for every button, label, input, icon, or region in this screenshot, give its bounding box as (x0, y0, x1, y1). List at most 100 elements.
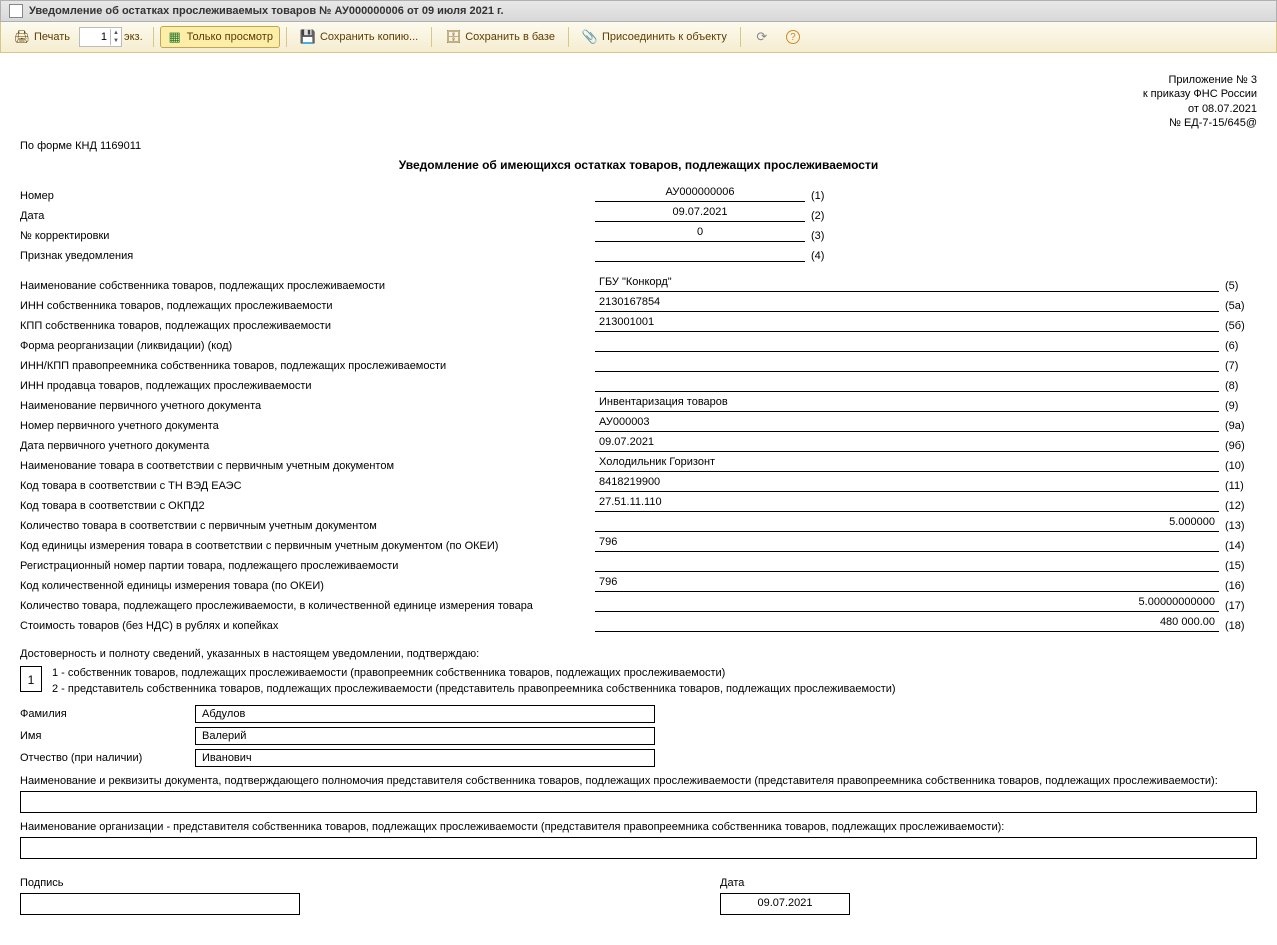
attach-label: Присоединить к объекту (602, 31, 727, 43)
window-title: Уведомление об остатках прослеживаемых т… (29, 5, 504, 17)
copies-spinner[interactable]: ▲ ▼ (79, 27, 122, 47)
field-value[interactable] (595, 336, 1219, 352)
field-value[interactable]: 213001001 (595, 316, 1219, 332)
save-copy-label: Сохранить копию... (320, 31, 418, 43)
field-label: Номер первичного учетного документа (20, 420, 595, 432)
field-label: Количество товара, подлежащего прослежив… (20, 600, 595, 612)
field-label: Дата первичного учетного документа (20, 440, 595, 452)
rep-doc-label: Наименование и реквизиты документа, подт… (20, 775, 1257, 787)
field-row: Наименование собственника товаров, подле… (20, 276, 1257, 292)
field-row: № корректировки0(3) (20, 226, 1257, 242)
field-number: (5) (1219, 280, 1257, 292)
grid-icon: ▦ (167, 29, 183, 45)
sign-date-label: Дата (720, 877, 920, 889)
surname-value[interactable]: Абдулов (195, 705, 655, 723)
form-code: По форме КНД 1169011 (20, 140, 1257, 152)
attach-button[interactable]: 📎 Присоединить к объекту (575, 26, 734, 48)
signature-box[interactable] (20, 893, 300, 915)
field-number: (7) (1219, 360, 1257, 372)
sign-date-value[interactable]: 09.07.2021 (720, 893, 850, 915)
field-number: (18) (1219, 620, 1257, 632)
field-value[interactable]: 27.51.11.110 (595, 496, 1219, 512)
field-row: Количество товара в соответствии с перви… (20, 516, 1257, 532)
field-label: Регистрационный номер партии товара, под… (20, 560, 595, 572)
field-value[interactable] (595, 356, 1219, 372)
field-value[interactable] (595, 376, 1219, 392)
rep-org-value[interactable] (20, 837, 1257, 859)
field-label: ИНН собственника товаров, подлежащих про… (20, 300, 595, 312)
copies-input[interactable] (80, 28, 110, 46)
field-row: Код товара в соответствии с ТН ВЭД ЕАЭС8… (20, 476, 1257, 492)
field-label: Дата (20, 210, 595, 222)
print-button[interactable]: 🖨 Печать (7, 26, 77, 48)
field-row: Форма реорганизации (ликвидации) (код) (6… (20, 336, 1257, 352)
field-value[interactable]: 09.07.2021 (595, 206, 805, 222)
paperclip-icon: 📎 (582, 29, 598, 45)
field-row: Признак уведомления(4) (20, 246, 1257, 262)
field-value[interactable]: 480 000.00 (595, 616, 1219, 632)
field-row: Код единицы измерения товара в соответст… (20, 536, 1257, 552)
field-row: КПП собственника товаров, подлежащих про… (20, 316, 1257, 332)
field-number: (11) (1219, 480, 1257, 492)
annex-line: № ЕД-7-15/645@ (20, 116, 1257, 130)
spinner-up-icon[interactable]: ▲ (111, 29, 121, 37)
spinner-down-icon[interactable]: ▼ (111, 37, 121, 45)
document-icon (9, 4, 23, 18)
field-number: (9а) (1219, 420, 1257, 432)
field-label: Наименование собственника товаров, подле… (20, 280, 595, 292)
save-db-button[interactable]: 🗄 Сохранить в базе (438, 26, 562, 48)
field-label: Наименование первичного учетного докумен… (20, 400, 595, 412)
field-number: (2) (805, 210, 843, 222)
field-label: ИНН продавца товаров, подлежащих прослеж… (20, 380, 595, 392)
field-row: Код количественной единицы измерения тов… (20, 576, 1257, 592)
refresh-button[interactable]: ⟳ (747, 26, 777, 48)
save-icon: 💾 (300, 29, 316, 45)
field-value[interactable]: 2130167854 (595, 296, 1219, 312)
field-value[interactable]: 09.07.2021 (595, 436, 1219, 452)
annex-line: Приложение № 3 (20, 73, 1257, 87)
field-value[interactable] (595, 246, 805, 262)
surname-label: Фамилия (20, 708, 195, 720)
field-row: ИНН собственника товаров, подлежащих про… (20, 296, 1257, 312)
view-only-button[interactable]: ▦ Только просмотр (160, 26, 280, 48)
save-db-label: Сохранить в базе (465, 31, 555, 43)
field-value[interactable]: АУ000003 (595, 416, 1219, 432)
field-value[interactable]: 796 (595, 576, 1219, 592)
field-value[interactable]: 5.00000000000 (595, 596, 1219, 612)
field-label: Номер (20, 190, 595, 202)
field-label: Количество товара в соответствии с перви… (20, 520, 595, 532)
field-number: (9б) (1219, 440, 1257, 452)
field-value[interactable]: Инвентаризация товаров (595, 396, 1219, 412)
field-value[interactable]: ГБУ "Конкорд" (595, 276, 1219, 292)
help-button[interactable]: ? (779, 27, 807, 47)
name-value[interactable]: Валерий (195, 727, 655, 745)
refresh-icon: ⟳ (754, 29, 770, 45)
name-row: Имя Валерий (20, 727, 1257, 745)
toolbar: 🖨 Печать ▲ ▼ экз. ▦ Только просмотр 💾 Со… (0, 22, 1277, 53)
field-value[interactable]: 8418219900 (595, 476, 1219, 492)
confirm-choice-value[interactable]: 1 (20, 666, 42, 692)
patronymic-value[interactable]: Иванович (195, 749, 655, 767)
field-value[interactable]: АУ000000006 (595, 186, 805, 202)
name-label: Имя (20, 730, 195, 742)
field-row: Наименование товара в соответствии с пер… (20, 456, 1257, 472)
view-only-label: Только просмотр (187, 31, 273, 43)
annex-line: от 08.07.2021 (20, 102, 1257, 116)
help-icon: ? (786, 30, 800, 44)
save-copy-button[interactable]: 💾 Сохранить копию... (293, 26, 425, 48)
field-number: (6) (1219, 340, 1257, 352)
field-value[interactable] (595, 556, 1219, 572)
field-value[interactable]: Холодильник Горизонт (595, 456, 1219, 472)
rep-doc-value[interactable] (20, 791, 1257, 813)
confirm-intro: Достоверность и полноту сведений, указан… (20, 648, 1257, 660)
field-value[interactable]: 796 (595, 536, 1219, 552)
field-number: (10) (1219, 460, 1257, 472)
patronymic-row: Отчество (при наличии) Иванович (20, 749, 1257, 767)
annex-line: к приказу ФНС России (20, 87, 1257, 101)
field-value[interactable]: 0 (595, 226, 805, 242)
field-number: (3) (805, 230, 843, 242)
field-value[interactable]: 5.000000 (595, 516, 1219, 532)
confirm-choice-2: 2 - представитель собственника товаров, … (52, 682, 1257, 697)
field-label: Форма реорганизации (ликвидации) (код) (20, 340, 595, 352)
field-row: Стоимость товаров (без НДС) в рублях и к… (20, 616, 1257, 632)
